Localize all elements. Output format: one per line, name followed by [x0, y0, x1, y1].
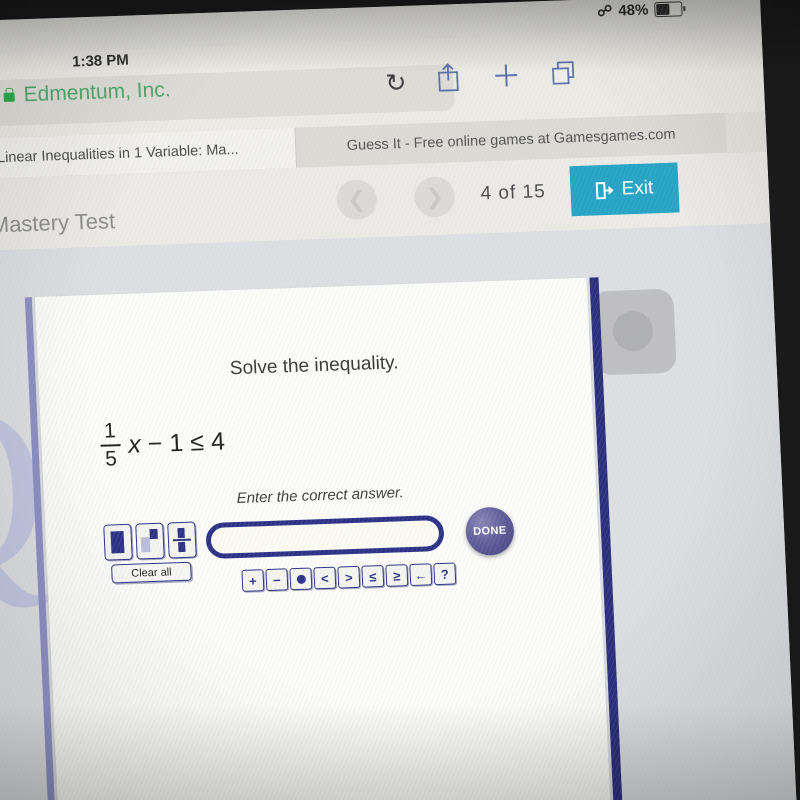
equation-right-side: 4 [210, 426, 226, 456]
fraction-template-denominator-icon [178, 541, 186, 553]
previous-question-button[interactable]: ❮ [335, 179, 378, 221]
fraction-denominator: 5 [104, 447, 118, 471]
symbol-palette: + − < > ≤ ≥ ← ? [241, 562, 457, 592]
question-sheet: Solve the inequality. 1 5 x − 1 ≤ 4 Ente… [34, 277, 612, 800]
tabs-icon[interactable] [548, 56, 579, 89]
question-prompt: Solve the inequality. [229, 352, 399, 380]
fraction-template-bar-icon [172, 538, 192, 542]
greater-equal-symbol-button[interactable]: ≥ [385, 564, 409, 587]
site-name-label: Edmentum, Inc. [23, 78, 172, 107]
exponent-template-base-icon [140, 537, 151, 553]
safari-action-icons [432, 56, 579, 93]
fraction-one-fifth: 1 5 [98, 419, 122, 471]
less-equal-symbol-button[interactable]: ≤ [361, 564, 385, 588]
fraction-numerator: 1 [103, 419, 117, 443]
plus-symbol-button[interactable]: + [241, 569, 265, 592]
page-body: Q Solve the inequality. 1 5 x − 1 ≤ 4 En… [0, 223, 798, 800]
exit-icon [595, 180, 615, 200]
equation-relation: ≤ [189, 427, 205, 457]
box-template-icon [110, 531, 125, 554]
exit-button[interactable]: Exit [569, 162, 680, 217]
battery-icon [654, 1, 683, 18]
device-photo: ☍ 48% 1:38 PM Edmentum, Inc. ↻ Linear In… [0, 0, 800, 800]
share-icon[interactable] [432, 60, 463, 93]
reload-icon[interactable]: ↻ [385, 68, 407, 99]
box-template-button[interactable] [103, 523, 133, 561]
ipad-screen: ☍ 48% 1:38 PM Edmentum, Inc. ↻ Linear In… [0, 0, 798, 800]
help-symbol-button[interactable]: ? [433, 562, 457, 586]
equation-minus: − [147, 429, 163, 458]
clear-all-button[interactable]: Clear all [111, 561, 192, 584]
status-bar-right: ☍ 48% [597, 0, 683, 20]
dot-icon [296, 574, 306, 584]
answer-input[interactable] [205, 514, 445, 560]
fraction-template-numerator-icon [177, 527, 185, 539]
bluetooth-icon: ☍ [596, 2, 613, 21]
plus-icon[interactable] [490, 58, 521, 91]
math-entry-widget: Clear all + − < > ≤ ≥ ← ? DONE [45, 503, 602, 642]
dot-symbol-button[interactable] [289, 567, 313, 591]
template-button-group: Clear all [103, 521, 198, 584]
equation-variable: x [127, 429, 142, 459]
next-question-button[interactable]: ❯ [413, 176, 456, 218]
assignment-title: Variable: Mastery Test [0, 208, 116, 240]
question-counter: 4 of 15 [480, 181, 547, 205]
fraction-template-button[interactable] [167, 521, 197, 559]
exit-label: Exit [621, 177, 654, 200]
done-button[interactable]: DONE [464, 506, 515, 557]
minus-symbol-button[interactable]: − [265, 568, 289, 592]
fraction-bar [100, 444, 121, 447]
less-than-symbol-button[interactable]: < [313, 566, 337, 590]
backspace-symbol-button[interactable]: ← [409, 563, 433, 587]
exponent-template-button[interactable] [135, 522, 165, 560]
greater-than-symbol-button[interactable]: > [337, 565, 361, 589]
chevron-right-icon: ❯ [424, 183, 445, 210]
chevron-left-icon: ❮ [346, 186, 367, 213]
equation: 1 5 x − 1 ≤ 4 [98, 416, 226, 471]
equation-constant: 1 [168, 428, 184, 457]
battery-percent-label: 48% [617, 1, 649, 20]
lock-icon [3, 92, 15, 102]
overlay-ghost-icon [591, 288, 677, 376]
template-button-row [103, 521, 197, 561]
clock-label: 1:38 PM [71, 51, 130, 71]
exponent-template-sup-icon [149, 528, 158, 540]
